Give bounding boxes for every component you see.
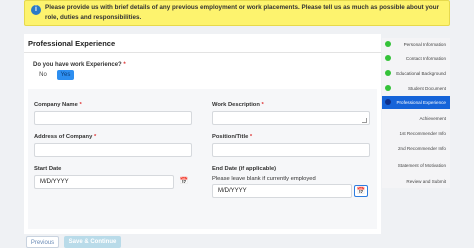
sidebar-item-educational-background[interactable]: Educational Background <box>382 67 450 80</box>
sidebar-item-contact-information[interactable]: Contact Information <box>382 52 450 65</box>
end-date-hint: Please leave blank if currently employed <box>212 176 316 182</box>
main-panel: Professional Experience Do you have work… <box>24 34 381 234</box>
sidebar-item-professional-experience[interactable]: Professional Experience <box>382 96 450 109</box>
experience-form: Company Name * Work Description * Addres… <box>28 89 377 229</box>
previous-button[interactable]: Previous <box>26 236 59 248</box>
sidebar-item-statement-of-motivation[interactable]: Statement of Motivation <box>382 159 450 172</box>
company-name-input[interactable] <box>34 111 192 125</box>
sidebar-item-1st-recommender-info[interactable]: 1st Recommender Info <box>382 127 450 140</box>
end-date-label: End Date (if applicable) <box>212 166 277 172</box>
company-address-input[interactable] <box>34 143 192 157</box>
sidebar-item-personal-information[interactable]: Personal Information <box>382 38 450 51</box>
complete-status-dot <box>385 85 391 91</box>
sidebar-item-student-document[interactable]: Student Document <box>382 82 450 95</box>
company-name-label: Company Name * <box>34 102 82 108</box>
toggle-yes-button[interactable]: Yes <box>57 70 74 80</box>
info-icon: i <box>31 5 41 15</box>
position-input[interactable] <box>212 143 370 157</box>
calendar-icon[interactable]: 📅 <box>354 185 368 197</box>
active-status-dot <box>385 99 391 105</box>
required-mark: * <box>123 62 126 68</box>
question-text: Do you have work Experience? <box>33 62 122 68</box>
page-title: Professional Experience <box>28 39 116 48</box>
toggle-no-button[interactable]: No <box>33 70 53 80</box>
company-address-label: Address of Company * <box>34 134 97 140</box>
save-continue-button[interactable]: Save & Continue <box>64 236 121 248</box>
start-date-input[interactable]: M/D/YYYY <box>34 175 174 189</box>
position-label: Position/Title * <box>212 134 253 140</box>
alert-text: Please provide us with brief details of … <box>45 4 440 21</box>
info-alert: i Please provide us with brief details o… <box>24 0 450 26</box>
sidebar-item-achievement[interactable]: Achievement <box>382 112 450 125</box>
work-experience-question: Do you have work Experience? * <box>33 62 126 68</box>
start-date-label: Start Date <box>34 166 62 172</box>
end-date-input[interactable]: M/D/YYYY <box>212 184 352 198</box>
complete-status-dot <box>385 55 391 61</box>
complete-status-dot <box>385 41 391 47</box>
title-divider <box>24 52 381 53</box>
progress-sidebar: Personal Information Contact Information… <box>382 38 450 188</box>
calendar-icon[interactable]: 📅 <box>177 176 191 188</box>
sidebar-item-review-and-submit[interactable]: Review and Submit <box>382 175 450 188</box>
work-description-textarea[interactable] <box>212 111 370 125</box>
resize-handle[interactable] <box>362 118 367 123</box>
work-description-label: Work Description * <box>212 102 264 108</box>
complete-status-dot <box>385 70 391 76</box>
sidebar-item-2nd-recommender-info[interactable]: 2nd Recommender Info <box>382 142 450 155</box>
